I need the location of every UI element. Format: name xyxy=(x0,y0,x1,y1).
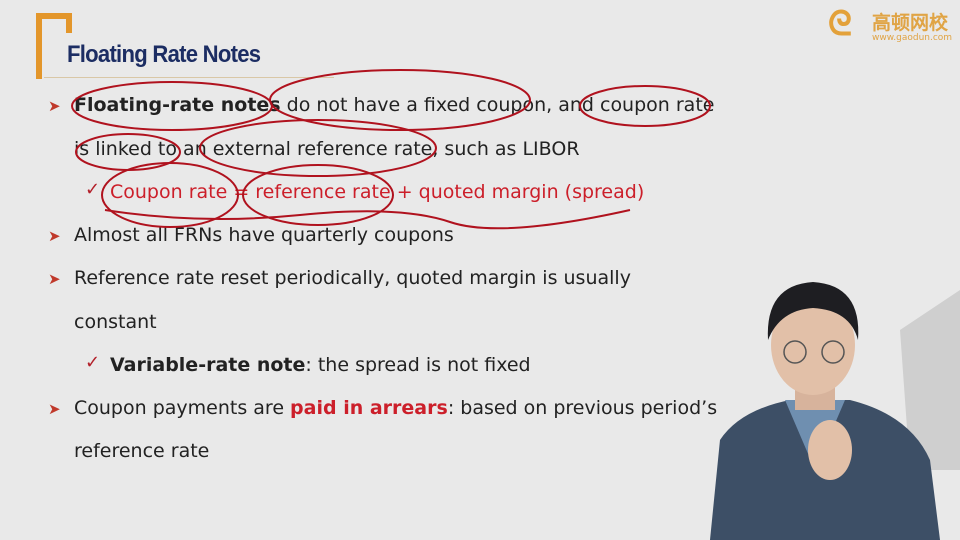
ink-circle xyxy=(71,81,273,131)
presenter-hand xyxy=(808,420,852,480)
ink-circle xyxy=(75,133,181,171)
ink-circle xyxy=(199,119,437,177)
presenter-video xyxy=(710,282,960,540)
lecture-slide: Floating Rate Notes ᘓ 高顿网校 www.gaodun.co… xyxy=(0,0,960,540)
ink-circle xyxy=(579,85,711,127)
ink-circle xyxy=(242,164,394,226)
